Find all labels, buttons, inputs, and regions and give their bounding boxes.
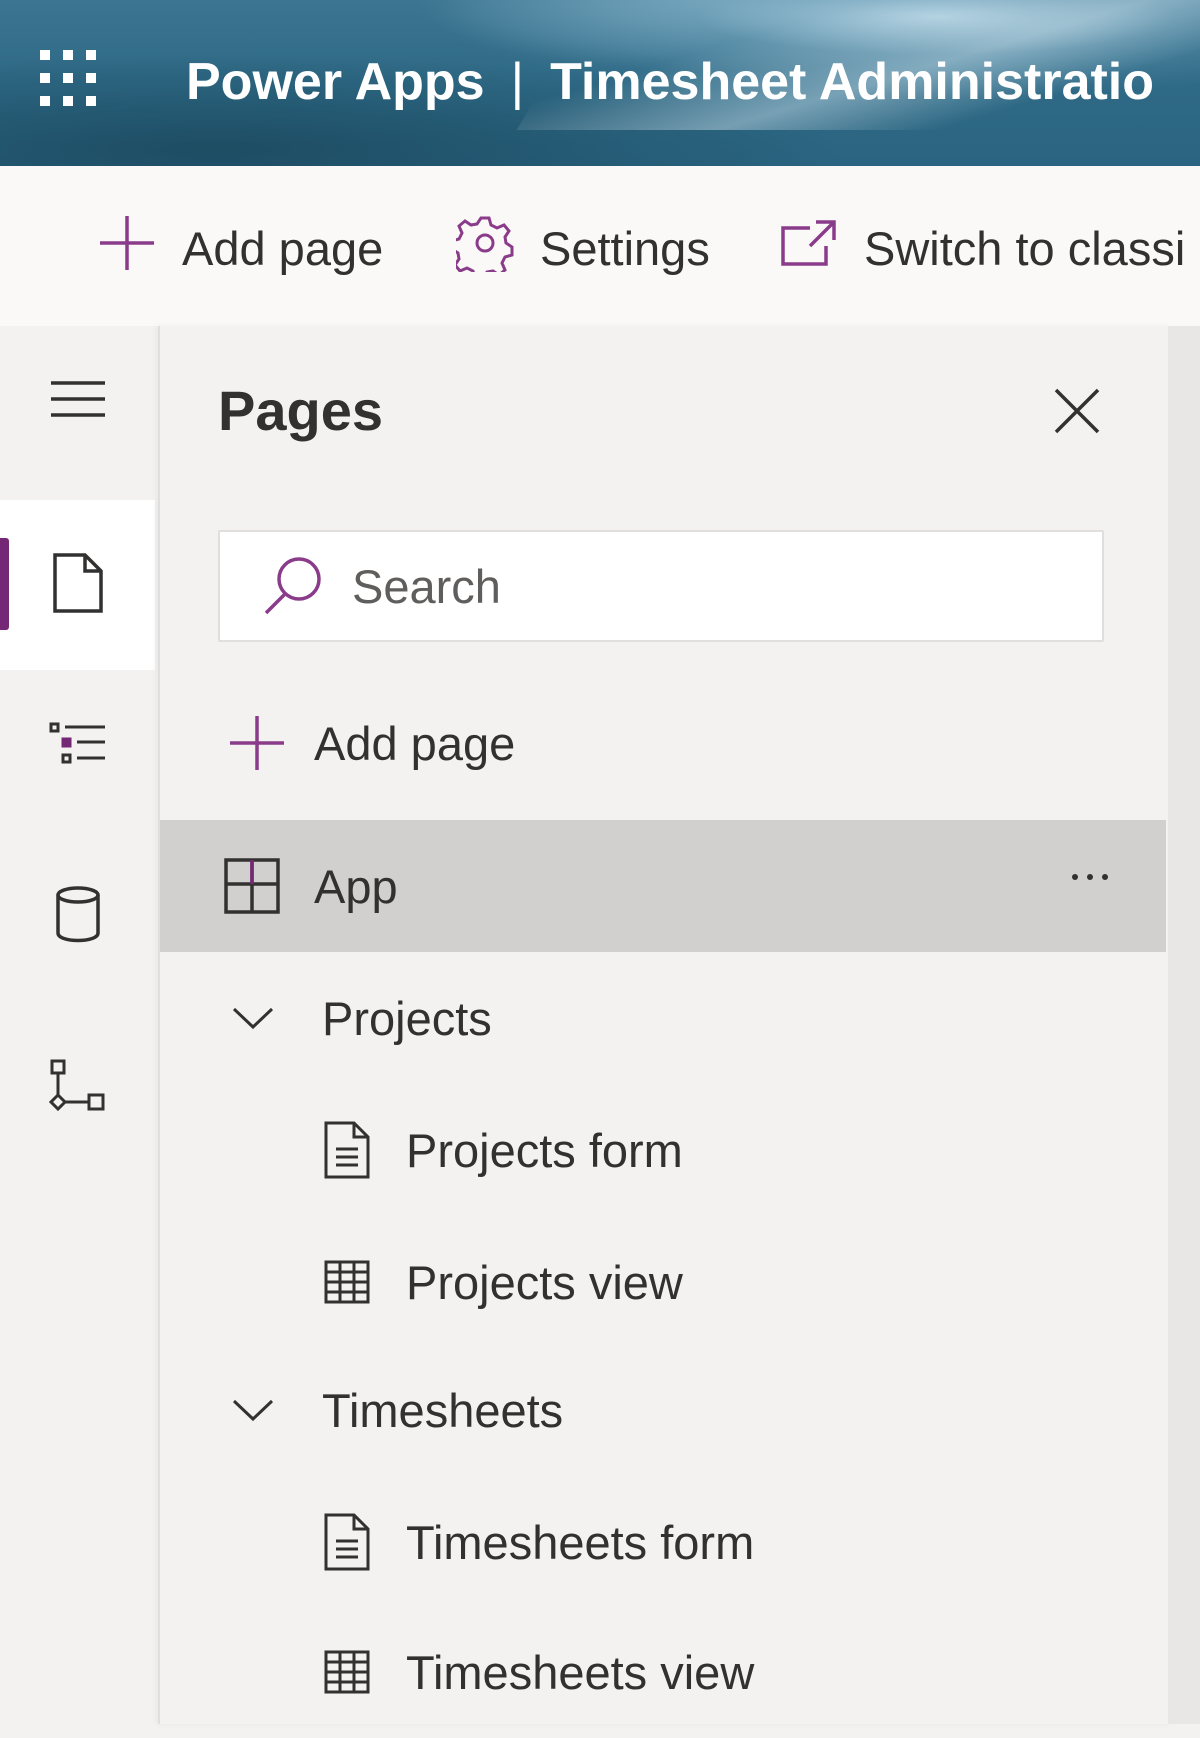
tree-item-label: App — [314, 859, 398, 913]
switch-to-classic-label: Switch to classi — [864, 221, 1186, 275]
chevron-down-icon — [232, 1398, 274, 1422]
tree-group-label: Projects — [322, 991, 492, 1045]
tree-item-timesheets-form[interactable]: Timesheets form — [160, 1476, 1166, 1608]
tree-group-timesheets[interactable]: Timesheets — [160, 1344, 1166, 1476]
tree-item-timesheets-view[interactable]: Timesheets view — [160, 1606, 1166, 1738]
pages-panel: Pages Add page App Projects P — [158, 326, 1170, 1724]
rail-item-pages[interactable] — [0, 500, 155, 670]
rail-item-navigation[interactable] — [0, 696, 155, 796]
tree-item-label: Projects view — [406, 1255, 683, 1309]
rail-item-data[interactable] — [0, 866, 155, 966]
hamburger-menu-icon — [49, 379, 107, 424]
app-header: Power Apps | Timesheet Administratio — [0, 0, 1200, 166]
panel-title: Pages — [218, 379, 383, 442]
canvas-edge — [1168, 326, 1200, 1724]
settings-command-button[interactable]: Settings — [450, 216, 710, 279]
tree-item-label: Timesheets view — [406, 1645, 755, 1699]
active-indicator — [0, 538, 9, 630]
tree-item-projects-form[interactable]: Projects form — [160, 1084, 1166, 1216]
add-page-button[interactable]: Add page — [228, 704, 515, 782]
tree-item-label: Timesheets form — [406, 1515, 755, 1569]
add-icon — [228, 714, 286, 772]
product-name: Power Apps — [186, 53, 485, 111]
table-icon — [324, 1260, 370, 1304]
flow-diagram-icon — [48, 1059, 107, 1124]
tree-item-label: Projects form — [406, 1123, 683, 1177]
add-page-label: Add page — [314, 716, 516, 770]
chevron-down-icon — [232, 1006, 274, 1030]
table-icon — [324, 1650, 370, 1694]
app-layout-icon — [224, 858, 280, 914]
app-launcher-waffle-icon[interactable] — [40, 50, 96, 106]
tree-group-projects[interactable]: Projects — [160, 952, 1166, 1084]
add-page-command-button[interactable]: Add page — [98, 215, 384, 278]
database-icon — [55, 885, 101, 948]
rail-item-automation[interactable] — [0, 1036, 155, 1146]
left-nav-rail — [0, 326, 158, 1724]
tree-item-projects-view[interactable]: Projects view — [160, 1216, 1166, 1348]
search-input[interactable] — [352, 558, 952, 614]
settings-command-label: Settings — [540, 221, 710, 275]
tree-group-label: Timesheets — [322, 1383, 564, 1437]
add-icon — [98, 214, 156, 283]
tree-list-icon — [49, 722, 107, 771]
form-icon — [324, 1121, 370, 1179]
form-icon — [324, 1513, 370, 1571]
pages-search-box[interactable] — [218, 530, 1104, 642]
add-page-command-label: Add page — [182, 221, 384, 275]
tree-item-app[interactable]: App — [160, 820, 1166, 952]
search-icon — [262, 555, 324, 617]
collapse-menu-button[interactable] — [0, 346, 155, 456]
gear-icon — [450, 214, 514, 283]
switch-to-classic-button[interactable]: Switch to classi — [780, 218, 1185, 278]
app-header-title: Power Apps | Timesheet Administratio — [186, 52, 1154, 112]
app-title: Timesheet Administratio — [550, 53, 1155, 111]
title-separator: | — [510, 53, 525, 111]
close-panel-button[interactable] — [1052, 386, 1102, 436]
open-external-icon — [780, 218, 838, 279]
page-icon — [52, 552, 104, 619]
more-options-button[interactable] — [1072, 874, 1108, 880]
command-bar: Add page Settings Switch to classi — [0, 166, 1200, 326]
close-icon — [1052, 388, 1102, 440]
